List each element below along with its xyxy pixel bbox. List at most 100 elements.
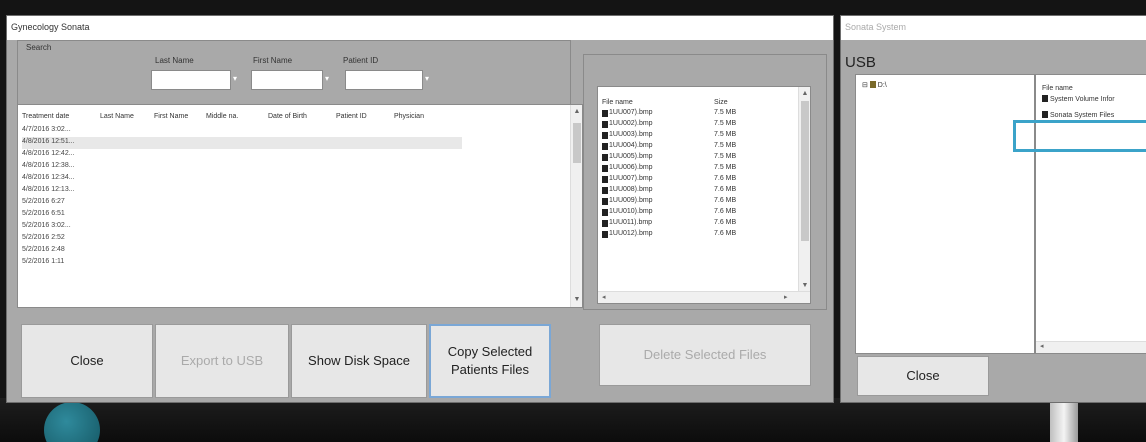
col-middle-name[interactable]: Middle na. <box>206 113 238 120</box>
image-file-icon <box>602 154 608 161</box>
col-size[interactable]: Size <box>714 99 728 106</box>
list-item[interactable]: 1UU002).bmp 7.5 MB <box>602 119 802 130</box>
list-item[interactable]: 1UU003).bmp 7.5 MB <box>602 130 802 141</box>
highlight-box <box>1013 120 1146 152</box>
table-row[interactable]: 5/2/2016 3:02... <box>22 221 462 233</box>
patient-id-dropdown-icon[interactable]: ▾ <box>425 75 433 83</box>
scroll-up-icon[interactable]: ▲ <box>801 89 809 99</box>
col-last-name[interactable]: Last Name <box>100 113 134 120</box>
list-item[interactable]: 1UU007).bmp 7.6 MB <box>602 174 802 185</box>
list-item[interactable]: 1UU005).bmp 7.5 MB <box>602 152 802 163</box>
gynecology-sonata-window: Gynecology Sonata Search Last Name First… <box>6 15 834 403</box>
first-name-dropdown-icon[interactable]: ▾ <box>325 75 333 83</box>
copy-selected-patients-files-button[interactable]: Copy Selected Patients Files <box>429 324 551 398</box>
expand-icon[interactable]: ⊟ <box>862 82 868 89</box>
file-name: 1UU012).bmp <box>609 230 653 237</box>
close-button[interactable]: Close <box>21 324 153 398</box>
first-name-label: First Name <box>253 56 293 65</box>
image-file-icon <box>602 143 608 150</box>
scroll-down-icon[interactable]: ▼ <box>801 281 809 291</box>
patient-id-input[interactable] <box>345 70 423 90</box>
background-floor <box>0 398 1146 442</box>
patients-table-header: Treatment date Last Name First Name Midd… <box>18 105 578 121</box>
file-size: 7.5 MB <box>714 131 737 138</box>
file-size: 7.6 MB <box>714 186 737 193</box>
last-name-dropdown-icon[interactable]: ▾ <box>233 75 241 83</box>
table-row[interactable]: 4/8/2016 12:42... <box>22 149 462 161</box>
file-size: 7.5 MB <box>714 153 737 160</box>
file-size: 7.5 MB <box>714 109 737 116</box>
table-row[interactable]: 4/7/2016 3:02... <box>22 125 462 137</box>
table-row[interactable]: 5/2/2016 2:48 <box>22 245 462 257</box>
file-name: 1UU009).bmp <box>609 197 653 204</box>
file-size: 7.6 MB <box>714 219 737 226</box>
scroll-down-icon[interactable]: ▼ <box>573 295 581 305</box>
image-file-icon <box>602 165 608 172</box>
window-title: Sonata System <box>841 16 1146 40</box>
list-item[interactable]: 1UU009).bmp 7.6 MB <box>602 196 802 207</box>
sonata-system-window: Sonata System USB ⊟ D:\ File name System… <box>840 15 1146 403</box>
file-name: 1UU004).bmp <box>609 142 653 149</box>
col-date-of-birth[interactable]: Date of Birth <box>268 113 307 120</box>
file-name: 1UU011).bmp <box>609 219 653 226</box>
image-file-icon <box>602 220 608 227</box>
col-file-name[interactable]: File name <box>1042 85 1073 92</box>
scroll-left-icon[interactable]: ◂ <box>602 293 606 301</box>
scroll-left-icon[interactable]: ◂ <box>1040 343 1044 350</box>
list-item[interactable]: System Volume Infor <box>1042 95 1115 103</box>
system-horizontal-scrollbar[interactable]: ◂ <box>1036 341 1146 353</box>
show-disk-space-button[interactable]: Show Disk Space <box>291 324 427 398</box>
table-row[interactable]: 5/2/2016 6:51 <box>22 209 462 221</box>
file-name: 1UU007).bmp <box>609 175 653 182</box>
table-row[interactable]: 5/2/2016 6:27 <box>22 197 462 209</box>
folder-tree[interactable]: ⊟ D:\ <box>855 74 1035 354</box>
list-item[interactable]: 1UU007).bmp 7.5 MB <box>602 108 802 119</box>
files-list[interactable]: File name Size 1UU007).bmp 7.5 MB 1UU002)… <box>597 86 811 304</box>
files-horizontal-scrollbar[interactable]: ◂ ▸ <box>598 291 810 303</box>
list-item[interactable]: 1UU006).bmp 7.5 MB <box>602 163 802 174</box>
table-row-selected[interactable]: 4/8/2016 12:51... <box>22 137 462 149</box>
files-vertical-scrollbar[interactable]: ▲ ▼ <box>798 87 810 293</box>
file-size: 7.6 MB <box>714 175 737 182</box>
scroll-up-icon[interactable]: ▲ <box>573 107 581 117</box>
file-size: 7.6 MB <box>714 208 737 215</box>
screen: Gynecology Sonata Search Last Name First… <box>0 0 1146 442</box>
list-item[interactable]: 1UU011).bmp 7.6 MB <box>602 218 802 229</box>
table-row[interactable]: 5/2/2016 1:11 <box>22 257 462 269</box>
file-size: 7.6 MB <box>714 230 737 237</box>
delete-selected-files-button[interactable]: Delete Selected Files <box>599 324 811 386</box>
export-to-usb-button[interactable]: Export to USB <box>155 324 289 398</box>
col-first-name[interactable]: First Name <box>154 113 188 120</box>
list-item[interactable]: 1UU012).bmp 7.6 MB <box>602 229 802 240</box>
table-row[interactable]: 4/8/2016 12:13... <box>22 185 462 197</box>
usb-label: USB <box>845 54 876 71</box>
patients-vertical-scrollbar[interactable]: ▲ ▼ <box>570 105 582 307</box>
list-item[interactable]: 1UU008).bmp 7.6 MB <box>602 185 802 196</box>
list-item[interactable]: Sonata System Files <box>1042 111 1114 119</box>
system-files-list[interactable]: File name System Volume Infor Sonata Sys… <box>1035 74 1146 354</box>
col-treatment-date[interactable]: Treatment date <box>22 113 69 120</box>
last-name-input[interactable] <box>151 70 231 90</box>
scroll-right-icon[interactable]: ▸ <box>784 293 788 301</box>
col-file-name[interactable]: File name <box>602 99 633 106</box>
file-size: 7.6 MB <box>714 197 737 204</box>
table-row[interactable]: 4/8/2016 12:34... <box>22 173 462 185</box>
col-patient-id[interactable]: Patient ID <box>336 113 367 120</box>
scroll-thumb[interactable] <box>573 123 581 163</box>
patients-table[interactable]: Treatment date Last Name First Name Midd… <box>17 104 583 308</box>
file-name: 1UU005).bmp <box>609 153 653 160</box>
image-file-icon <box>602 209 608 216</box>
list-item[interactable]: 1UU004).bmp 7.5 MB <box>602 141 802 152</box>
tree-node-drive[interactable]: ⊟ D:\ <box>862 81 887 89</box>
list-item[interactable]: 1UU010).bmp 7.6 MB <box>602 207 802 218</box>
scroll-thumb[interactable] <box>801 101 809 241</box>
last-name-label: Last Name <box>155 56 194 65</box>
file-name: 1UU007).bmp <box>609 109 653 116</box>
table-row[interactable]: 5/2/2016 2:52 <box>22 233 462 245</box>
file-name: 1UU008).bmp <box>609 186 653 193</box>
folder-icon <box>1042 111 1048 118</box>
col-physician[interactable]: Physician <box>394 113 424 120</box>
system-close-button[interactable]: Close <box>857 356 989 396</box>
table-row[interactable]: 4/8/2016 12:38... <box>22 161 462 173</box>
first-name-input[interactable] <box>251 70 323 90</box>
